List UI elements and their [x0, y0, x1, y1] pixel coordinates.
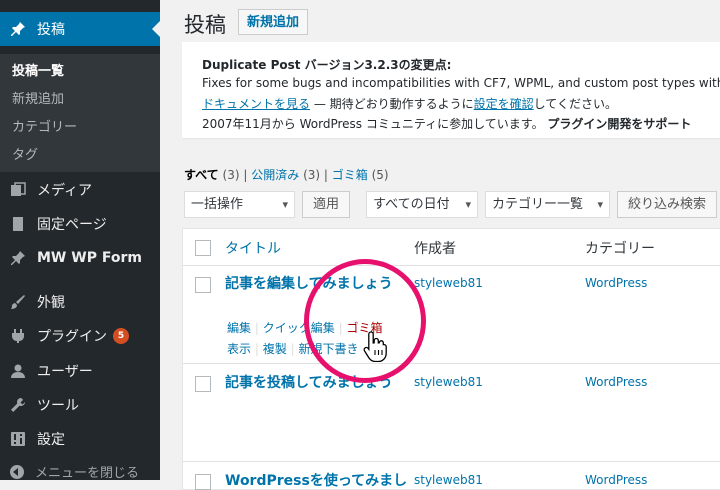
- menu-pages[interactable]: 固定ページ: [0, 207, 160, 241]
- row-checkbox[interactable]: [195, 277, 211, 293]
- menu-appearance-label: 外観: [37, 295, 65, 311]
- filter-button[interactable]: 絞り込み検索: [617, 191, 718, 218]
- wrench-icon: [10, 397, 26, 413]
- submenu-categories[interactable]: カテゴリー: [12, 116, 77, 135]
- posts-submenu: 投稿一覧 新規追加 カテゴリー タグ: [0, 54, 160, 172]
- row-checkbox[interactable]: [195, 474, 211, 490]
- view-published-link[interactable]: 公開済み: [251, 168, 299, 182]
- notice-heading: Duplicate Post バージョン3.2.3の変更点:: [202, 58, 452, 72]
- notice-mid-text: — 期待どおり動作するように: [310, 97, 474, 111]
- settings-icon: [10, 431, 26, 447]
- view-published-count: (3): [303, 168, 321, 182]
- menu-media[interactable]: メディア: [0, 173, 160, 207]
- collapse-arrow-icon: [10, 464, 24, 479]
- menu-settings-label: 設定: [37, 432, 65, 448]
- plugin-notice: Duplicate Post バージョン3.2.3の変更点: Fixes for…: [182, 42, 720, 138]
- post-category-link[interactable]: WordPress: [585, 473, 647, 487]
- settings-link[interactable]: 設定を確認: [474, 97, 534, 111]
- separator: |: [243, 168, 248, 182]
- notice-support-line: 2007年11月から WordPress コミュニティに参加しています。 プラグ…: [202, 115, 691, 132]
- menu-plugins[interactable]: プラグイン 5: [0, 319, 160, 353]
- menu-tools-label: ツール: [37, 398, 79, 414]
- post-title-link[interactable]: WordPressを使ってみまし: [225, 472, 425, 490]
- row-checkbox[interactable]: [195, 376, 211, 392]
- post-category-link[interactable]: WordPress: [585, 276, 647, 290]
- clone-action[interactable]: 複製: [263, 342, 287, 356]
- column-category-header: カテゴリー: [585, 241, 655, 257]
- menu-mw-wp-form-label: MW WP Form: [37, 250, 142, 266]
- page-title: 投稿: [184, 13, 226, 37]
- column-author-header: 作成者: [414, 241, 456, 257]
- brush-icon: [10, 294, 26, 310]
- separator: |: [290, 342, 295, 356]
- notice-changelog: Fixes for some bugs and incompatibilitie…: [202, 76, 720, 90]
- menu-media-label: メディア: [37, 183, 93, 199]
- menu-pages-label: 固定ページ: [37, 217, 107, 233]
- view-all-link[interactable]: すべて: [184, 168, 219, 182]
- admin-sidebar: 投稿 投稿一覧 新規追加 カテゴリー タグ メディア 固定ページ MW WP F…: [0, 0, 160, 481]
- notice-links-line: ドキュメントを見る — 期待どおり動作するように設定を確認してください。: [202, 95, 617, 112]
- submenu-tags[interactable]: タグ: [12, 144, 38, 163]
- submenu-add-new[interactable]: 新規追加: [12, 88, 64, 107]
- view-all-count: (3): [222, 168, 240, 182]
- post-author-link[interactable]: styleweb81: [414, 276, 483, 290]
- user-icon: [10, 363, 26, 379]
- media-icon: [10, 182, 26, 198]
- row-divider: [183, 461, 720, 462]
- menu-posts[interactable]: 投稿: [0, 12, 160, 46]
- post-status-filter: すべて (3) | 公開済み (3) | ゴミ箱 (5): [184, 166, 389, 183]
- pin-icon: [10, 250, 26, 266]
- row-divider: [183, 363, 720, 364]
- separator: |: [323, 168, 328, 182]
- view-action[interactable]: 表示: [227, 342, 251, 356]
- notice-community-text: 2007年11月から WordPress コミュニティに参加しています。: [202, 117, 544, 131]
- collapse-menu-button[interactable]: メニューを閉じる: [10, 462, 139, 481]
- header-divider: [183, 265, 720, 266]
- menu-posts-label: 投稿: [37, 22, 65, 38]
- posts-table: タイトル 作成者 カテゴリー 記事を編集してみましょう styleweb81 W…: [182, 228, 720, 490]
- menu-mw-wp-form[interactable]: MW WP Form: [0, 241, 160, 275]
- pin-icon: [10, 21, 26, 37]
- menu-users-label: ユーザー: [37, 364, 93, 380]
- add-new-button[interactable]: 新規追加: [238, 9, 309, 35]
- menu-tools[interactable]: ツール: [0, 388, 160, 422]
- select-all-checkbox[interactable]: [195, 240, 211, 256]
- plugin-icon: [10, 328, 26, 344]
- separator: |: [254, 321, 259, 335]
- date-filter-select[interactable]: すべての日付: [366, 191, 478, 218]
- view-trash-link[interactable]: ゴミ箱: [332, 168, 368, 182]
- update-count-badge: 5: [113, 328, 129, 344]
- view-trash-count: (5): [371, 168, 389, 182]
- separator: |: [254, 342, 259, 356]
- submenu-all-posts[interactable]: 投稿一覧: [12, 60, 64, 79]
- active-arrow: [152, 21, 160, 37]
- support-plugin-link[interactable]: プラグイン開発をサポート: [547, 117, 691, 131]
- column-title-header[interactable]: タイトル: [225, 238, 281, 258]
- edit-action[interactable]: 編集: [227, 321, 251, 335]
- post-author-link[interactable]: styleweb81: [414, 473, 483, 487]
- hand-cursor-icon: [363, 330, 389, 366]
- bulk-action-select[interactable]: 一括操作: [184, 191, 295, 218]
- page-icon: [10, 216, 26, 232]
- post-category-link[interactable]: WordPress: [585, 375, 647, 389]
- menu-settings[interactable]: 設定: [0, 422, 160, 456]
- documentation-link[interactable]: ドキュメントを見る: [202, 97, 310, 111]
- post-author-link[interactable]: styleweb81: [414, 375, 483, 389]
- menu-users[interactable]: ユーザー: [0, 354, 160, 388]
- collapse-menu-label: メニューを閉じる: [35, 466, 140, 481]
- apply-button[interactable]: 適用: [302, 191, 351, 218]
- menu-plugins-label: プラグイン: [37, 329, 107, 345]
- notice-end-text: してください。: [533, 97, 617, 111]
- menu-appearance[interactable]: 外観: [0, 285, 160, 319]
- category-filter-select[interactable]: カテゴリー一覧: [485, 191, 610, 218]
